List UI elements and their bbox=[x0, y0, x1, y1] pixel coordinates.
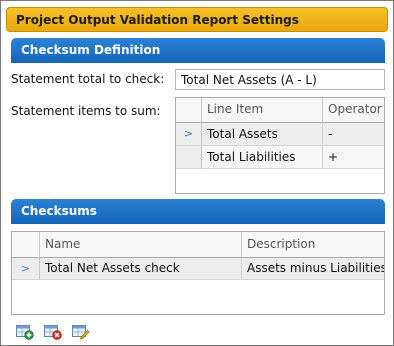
line-items-grid: Line Item Operator > Total Assets - Tota… bbox=[175, 97, 385, 194]
checksum-name-cell[interactable]: Total Net Assets check bbox=[40, 258, 242, 280]
table-row[interactable]: > Total Assets - bbox=[176, 123, 384, 146]
checksum-definition-header: Checksum Definition bbox=[11, 38, 385, 63]
column-header-operator[interactable]: Operator bbox=[323, 98, 384, 123]
row-selector-arrow-icon[interactable]: > bbox=[176, 123, 202, 146]
table-row[interactable]: > Total Net Assets check Assets minus Li… bbox=[12, 258, 384, 280]
row-header-corner bbox=[176, 98, 202, 123]
line-item-cell[interactable]: Total Assets bbox=[202, 123, 323, 146]
operator-cell[interactable]: - bbox=[323, 123, 384, 146]
delete-checksum-icon[interactable] bbox=[44, 324, 62, 340]
row-selector[interactable] bbox=[176, 146, 202, 169]
line-items-header-row: Line Item Operator bbox=[176, 98, 384, 123]
checksums-header: Checksums bbox=[11, 199, 385, 224]
table-row[interactable]: Total Liabilities + bbox=[176, 146, 384, 169]
row-header-corner bbox=[12, 232, 40, 258]
column-header-name[interactable]: Name bbox=[40, 232, 242, 258]
operator-cell[interactable]: + bbox=[323, 146, 384, 169]
checksums-grid: Name Description > Total Net Assets chec… bbox=[11, 231, 385, 315]
statement-total-input[interactable] bbox=[175, 69, 385, 90]
statement-total-label: Statement total to check: bbox=[11, 72, 165, 86]
add-checksum-icon[interactable] bbox=[16, 324, 34, 340]
window-title: Project Output Validation Report Setting… bbox=[6, 7, 388, 32]
checksum-description-cell[interactable]: Assets minus Liabilities bbox=[242, 258, 384, 280]
column-header-line-item[interactable]: Line Item bbox=[202, 98, 323, 123]
column-header-description[interactable]: Description bbox=[242, 232, 384, 258]
checksums-header-row: Name Description bbox=[12, 232, 384, 258]
settings-window: Project Output Validation Report Setting… bbox=[0, 0, 394, 346]
line-item-cell[interactable]: Total Liabilities bbox=[202, 146, 323, 169]
edit-checksum-icon[interactable] bbox=[72, 324, 90, 340]
row-selector-arrow-icon[interactable]: > bbox=[12, 258, 40, 280]
statement-items-label: Statement items to sum: bbox=[11, 104, 161, 118]
